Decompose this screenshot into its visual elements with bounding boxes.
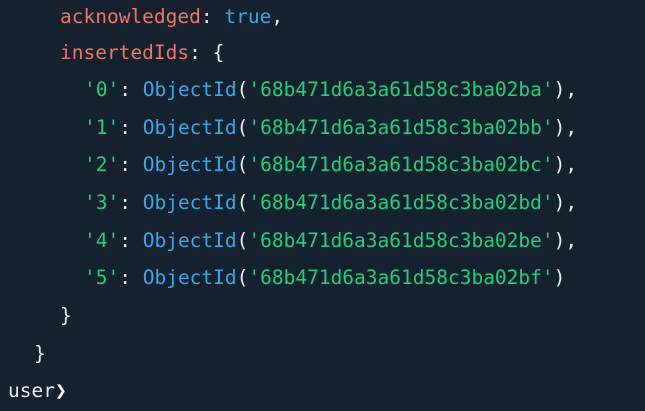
brace: } — [34, 342, 46, 365]
shell-output: acknowledged: true, insertedIds: { '0': … — [0, 0, 645, 411]
close-paren-comma: ), — [553, 116, 578, 139]
objectid-function: ObjectId — [142, 116, 237, 139]
inserted-id-row: '2': ObjectId('68b471d6a3a61d58c3ba02bc'… — [0, 146, 577, 184]
colon-brace: : { — [189, 41, 225, 64]
inserted-id-row: '3': ObjectId('68b471d6a3a61d58c3ba02bd'… — [0, 184, 577, 222]
acknowledged-value: true — [224, 5, 272, 28]
colon: : — [119, 229, 143, 252]
open-paren: ( — [236, 229, 249, 252]
acknowledged-line: acknowledged: true, — [0, 0, 283, 36]
inserted-id-row: '5': ObjectId('68b471d6a3a61d58c3ba02bf'… — [0, 259, 565, 297]
shell-prompt[interactable]: user❯ — [0, 372, 67, 410]
id-index: '0' — [84, 78, 120, 101]
open-paren: ( — [236, 266, 249, 289]
objectid-function: ObjectId — [142, 191, 237, 214]
id-index: '5' — [84, 266, 120, 289]
inserted-ids-line: insertedIds: { — [0, 34, 224, 72]
open-paren: ( — [236, 191, 249, 214]
inserted-id-row: '4': ObjectId('68b471d6a3a61d58c3ba02be'… — [0, 222, 577, 260]
open-paren: ( — [236, 116, 249, 139]
inner-close-brace: } — [0, 297, 72, 335]
id-index: '2' — [84, 153, 120, 176]
id-value: '68b471d6a3a61d58c3ba02bb' — [248, 116, 554, 139]
open-paren: ( — [236, 78, 249, 101]
id-index: '3' — [84, 191, 120, 214]
colon: : — [119, 116, 143, 139]
id-index: '4' — [84, 229, 120, 252]
id-value: '68b471d6a3a61d58c3ba02ba' — [248, 78, 554, 101]
id-value: '68b471d6a3a61d58c3ba02bf' — [248, 266, 554, 289]
prompt-chevron-icon: ❯ — [54, 379, 67, 402]
acknowledged-key: acknowledged — [60, 5, 201, 28]
id-value: '68b471d6a3a61d58c3ba02be' — [248, 229, 554, 252]
close-paren-comma: ), — [553, 78, 578, 101]
colon: : — [119, 153, 143, 176]
inserted-id-row: '0': ObjectId('68b471d6a3a61d58c3ba02ba'… — [0, 71, 577, 109]
brace: } — [60, 304, 72, 327]
objectid-function: ObjectId — [142, 78, 237, 101]
id-value: '68b471d6a3a61d58c3ba02bd' — [248, 191, 554, 214]
close-paren: ) — [553, 266, 566, 289]
open-paren: ( — [236, 153, 249, 176]
comma: , — [271, 5, 284, 28]
id-value: '68b471d6a3a61d58c3ba02bc' — [248, 153, 554, 176]
inserted-ids-key: insertedIds — [60, 41, 190, 64]
objectid-function: ObjectId — [142, 153, 237, 176]
colon: : — [119, 78, 143, 101]
outer-close-brace: } — [0, 335, 46, 373]
inserted-id-row: '1': ObjectId('68b471d6a3a61d58c3ba02bb'… — [0, 109, 577, 147]
objectid-function: ObjectId — [142, 229, 237, 252]
close-paren-comma: ), — [553, 229, 578, 252]
colon: : — [119, 266, 143, 289]
prompt-user: user — [8, 379, 55, 402]
close-paren-comma: ), — [553, 153, 578, 176]
id-index: '1' — [84, 116, 120, 139]
close-paren-comma: ), — [553, 191, 578, 214]
colon: : — [119, 191, 143, 214]
colon: : — [200, 5, 225, 28]
objectid-function: ObjectId — [142, 266, 237, 289]
